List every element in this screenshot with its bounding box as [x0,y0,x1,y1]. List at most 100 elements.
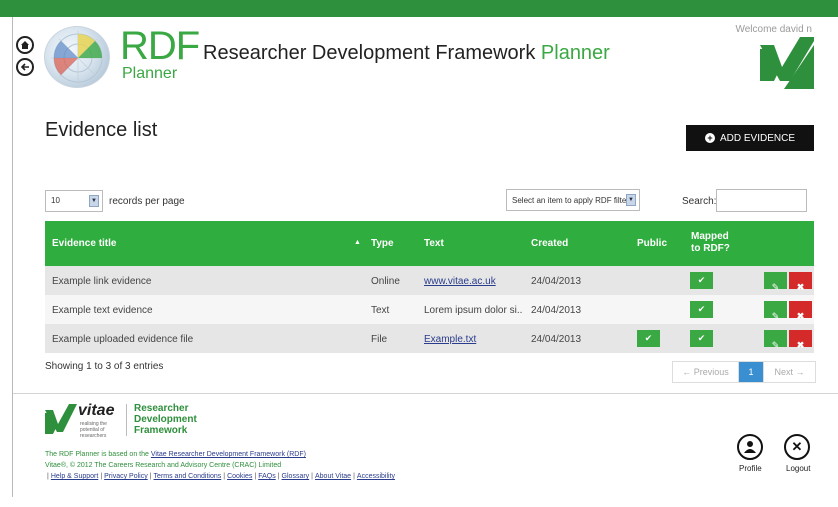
mapped-checkmark-icon[interactable]: ✔ [690,330,713,347]
page-title: Evidence list [45,119,158,141]
logo-planner-text: Planner [122,65,178,82]
next-page-button[interactable]: Next → [763,362,815,382]
cell-title: Example uploaded evidence file [52,334,194,345]
edit-icon: ✎ [771,340,780,350]
delete-icon: ✖ [796,282,805,292]
delete-icon: ✖ [796,311,805,321]
search-label: Search: [682,196,717,207]
footer-link-about[interactable]: About Vitae [315,473,351,480]
column-header-mapped-line2[interactable]: to RDF? [691,243,730,254]
logout-button[interactable]: ✕ [784,434,810,460]
column-header-mapped-line1[interactable]: Mapped [691,231,729,242]
logout-label: Logout [786,464,811,473]
column-header-title[interactable]: Evidence title [52,238,116,249]
rdf-wordmark-line2: Development [134,414,197,425]
records-per-page-label: records per page [109,196,185,207]
chevron-down-icon: ▼ [626,194,636,206]
cell-created: 24/04/2013 [531,334,582,345]
cell-type: Online [371,276,400,287]
delete-button[interactable]: ✖ [789,301,812,321]
footer-rdf-link[interactable]: Vitae Researcher Development Framework (… [151,451,306,458]
column-header-text[interactable]: Text [424,238,444,249]
footer-based-on-prefix: The RDF Planner is based on the [45,451,151,458]
cell-title: Example link evidence [52,276,152,287]
rdf-filter-placeholder: Select an item to apply RDF filter [512,196,629,205]
profile-icon [744,441,756,453]
mapped-checkmark-icon[interactable]: ✔ [690,301,713,318]
vitae-v-logo [760,37,814,89]
footer-link-glossary[interactable]: Glossary [282,473,310,480]
plus-circle-icon: + [704,133,715,143]
cell-created: 24/04/2013 [531,305,582,316]
previous-page-button[interactable]: ← Previous [673,362,739,382]
table-info: Showing 1 to 3 of 3 entries [45,361,164,372]
footer-link-cookies[interactable]: Cookies [227,473,252,480]
rdf-wordmark: Researcher Development Framework [134,403,197,436]
vitae-wordmark: vitae [78,402,115,419]
pagination: ← Previous 1 Next → [672,361,816,383]
app-title: Researcher Development Framework Planner [203,42,610,65]
profile-button[interactable] [737,434,763,460]
edit-icon: ✎ [771,311,780,321]
edit-button[interactable]: ✎ [764,272,787,292]
rdf-planner-logo[interactable]: RDF Planner [38,20,200,90]
rdf-wordmark-line3: Framework [134,425,188,436]
table-row[interactable]: Example link evidence Online www.vitae.a… [45,266,814,295]
delete-icon: ✖ [796,340,805,350]
add-evidence-label: ADD EVIDENCE [719,132,795,144]
app-title-main: Researcher Development Framework [203,42,541,64]
edit-button[interactable]: ✎ [764,301,787,321]
rdf-filter-select[interactable]: Select an item to apply RDF filter ▼ [506,189,640,211]
edit-button[interactable]: ✎ [764,330,787,350]
add-evidence-button[interactable]: + ADD EVIDENCE [686,125,814,151]
evidence-link[interactable]: Example.txt [424,334,476,345]
chevron-down-icon: ▼ [89,195,99,207]
logo-disc-graphic [44,26,110,88]
sort-ascending-icon[interactable]: ▲ [354,239,361,246]
rdf-wordmark-line1: Researcher [134,403,189,414]
footer-logo-separator [126,404,127,436]
logout-icon: ✕ [791,439,803,454]
home-icon [21,41,29,49]
logo-rdf-text: RDF [120,24,200,68]
vitae-tagline: realising the potential of researchers [80,421,107,439]
records-per-page-value: 10 [51,196,60,205]
cell-title: Example text evidence [52,305,153,316]
column-header-created[interactable]: Created [531,238,568,249]
footer-link-privacy[interactable]: Privacy Policy [104,473,148,480]
footer-link-terms[interactable]: Terms and Conditions [154,473,222,480]
back-button[interactable] [16,58,34,76]
back-icon [20,63,29,71]
footer-copyright: Vitae®, © 2012 The Careers Research and … [45,462,282,469]
cell-text: Example.txt [424,334,476,345]
cell-text: Lorem ipsum dolor si.. [424,305,523,316]
search-input[interactable] [716,189,807,212]
records-per-page-select[interactable]: 10 ▼ [45,190,103,212]
table-header: Evidence title ▲ Type Text Created Publi… [45,221,814,266]
footer-link-help[interactable]: Help & Support [51,473,98,480]
welcome-text: Welcome david n [735,24,812,35]
column-header-type[interactable]: Type [371,238,394,249]
footer-link-faqs[interactable]: FAQs [258,473,276,480]
profile-label: Profile [739,464,762,473]
footer-links: | Help & Support | Privacy Policy | Terms and… [47,473,396,480]
cell-type: File [371,334,388,345]
public-checkmark-icon[interactable]: ✔ [637,330,660,347]
delete-button[interactable]: ✖ [789,272,812,292]
top-accent-bar [0,0,838,17]
column-header-public[interactable]: Public [637,238,667,249]
mapped-checkmark-icon[interactable]: ✔ [690,272,713,289]
footer-based-on: The RDF Planner is based on the Vitae Re… [45,451,306,458]
vitae-logo-mark [45,404,77,434]
table-row[interactable]: Example text evidence Text Lorem ipsum d… [45,295,814,324]
delete-button[interactable]: ✖ [789,330,812,350]
footer-divider [13,393,838,394]
footer-link-accessibility[interactable]: Accessibility [357,473,395,480]
page-1-button[interactable]: 1 [739,362,763,382]
home-button[interactable] [16,36,34,54]
app-title-accent: Planner [540,42,610,64]
evidence-link[interactable]: www.vitae.ac.uk [424,276,496,287]
table-row[interactable]: Example uploaded evidence file File Exam… [45,324,814,353]
cell-type: Text [371,305,390,316]
edit-icon: ✎ [771,282,780,292]
